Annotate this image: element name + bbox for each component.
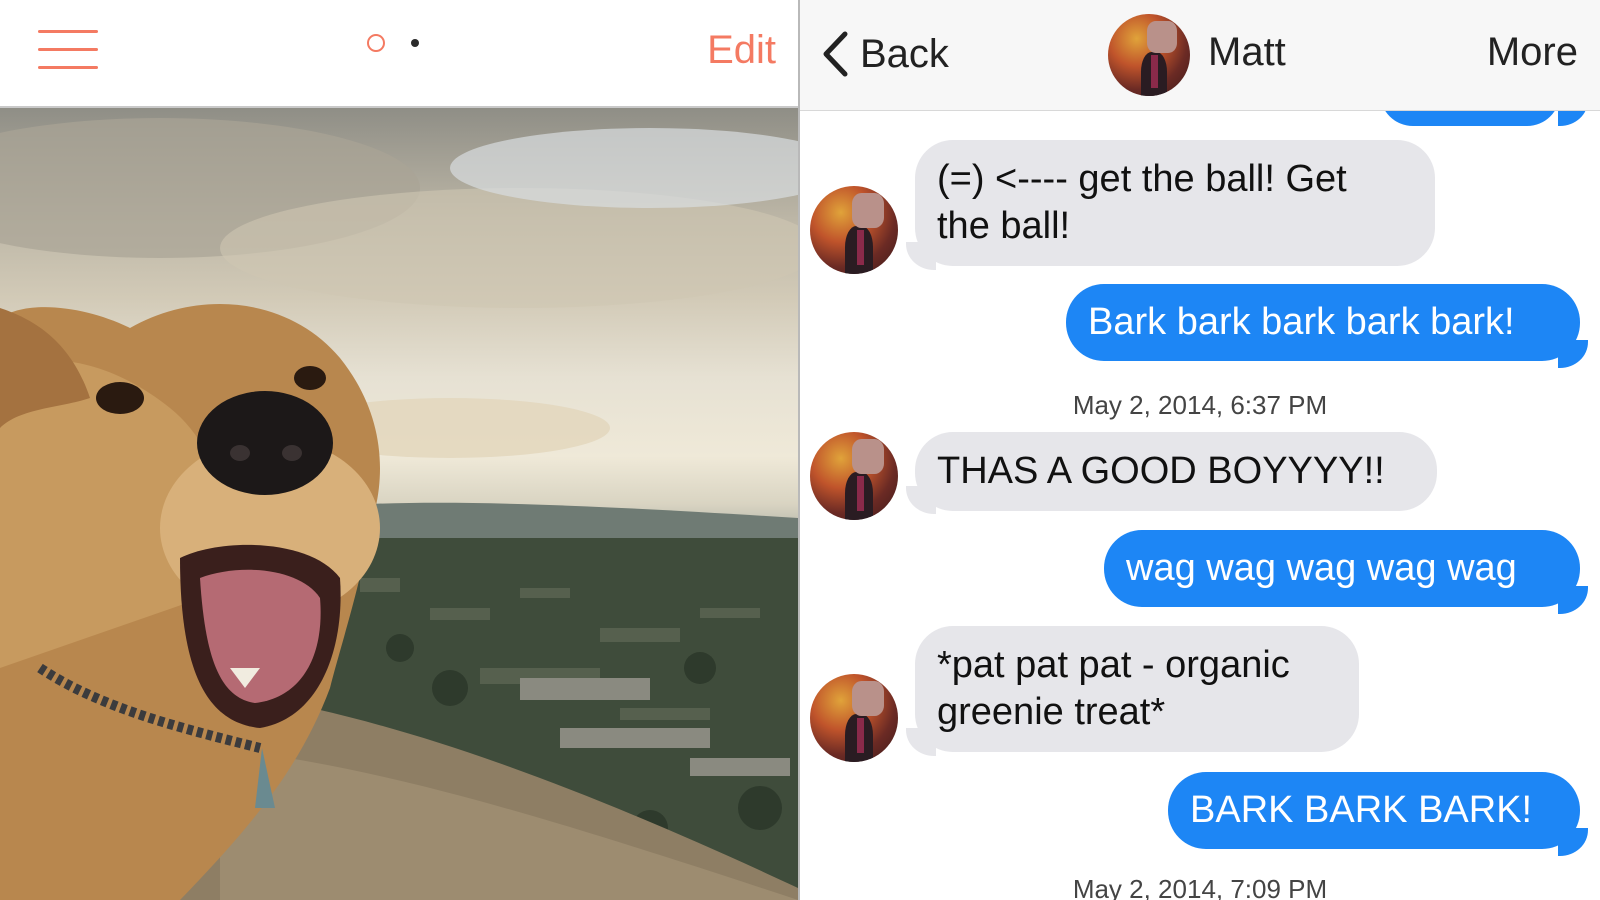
message-bubble-outgoing: BARK BARK BARK! [1168, 772, 1580, 849]
dog-photo-illustration [0, 118, 798, 900]
message-bubble-incoming: *pat pat pat - organic greenie treat* [915, 626, 1359, 752]
current-page-dot [367, 34, 385, 52]
message-timestamp: May 2, 2014, 6:37 PM [1072, 390, 1328, 420]
back-button[interactable]: Back [820, 26, 949, 82]
bubble-tail [1558, 586, 1588, 614]
avatar[interactable] [810, 186, 898, 274]
message-bubble-incoming: THAS A GOOD BOYYYY!! [915, 432, 1437, 511]
avatar[interactable] [810, 674, 898, 762]
more-button[interactable]: More [1487, 30, 1578, 75]
hamburger-menu-icon[interactable] [38, 30, 98, 70]
chevron-left-icon [823, 31, 848, 77]
contact-name: Matt [1208, 30, 1286, 74]
chat-nav-bar: Back Matt More [800, 0, 1600, 111]
back-label: Back [860, 31, 949, 76]
page-indicator [367, 34, 427, 60]
profile-header: Edit [0, 0, 798, 108]
message-bubble-outgoing: wag wag wag wag wag [1104, 530, 1580, 607]
message-list: (=) <---- get the ball! Get the ball! Ba… [800, 0, 1600, 900]
message-bubble-incoming: (=) <---- get the ball! Get the ball! [915, 140, 1435, 266]
edit-button[interactable]: Edit [707, 28, 776, 73]
bubble-tail [1558, 828, 1588, 856]
contact-avatar[interactable] [1108, 14, 1190, 96]
profile-pane: Edit [0, 0, 798, 900]
avatar[interactable] [810, 432, 898, 520]
message-bubble-outgoing: Bark bark bark bark bark! [1066, 284, 1580, 361]
bubble-tail [1558, 340, 1588, 368]
dog-profile-photo [0, 108, 798, 900]
page-dot [411, 39, 419, 47]
message-timestamp: May 2, 2014, 7:09 PM [1072, 874, 1328, 900]
chat-pane: Back Matt More (=) <---- get the ball! G… [800, 0, 1600, 900]
